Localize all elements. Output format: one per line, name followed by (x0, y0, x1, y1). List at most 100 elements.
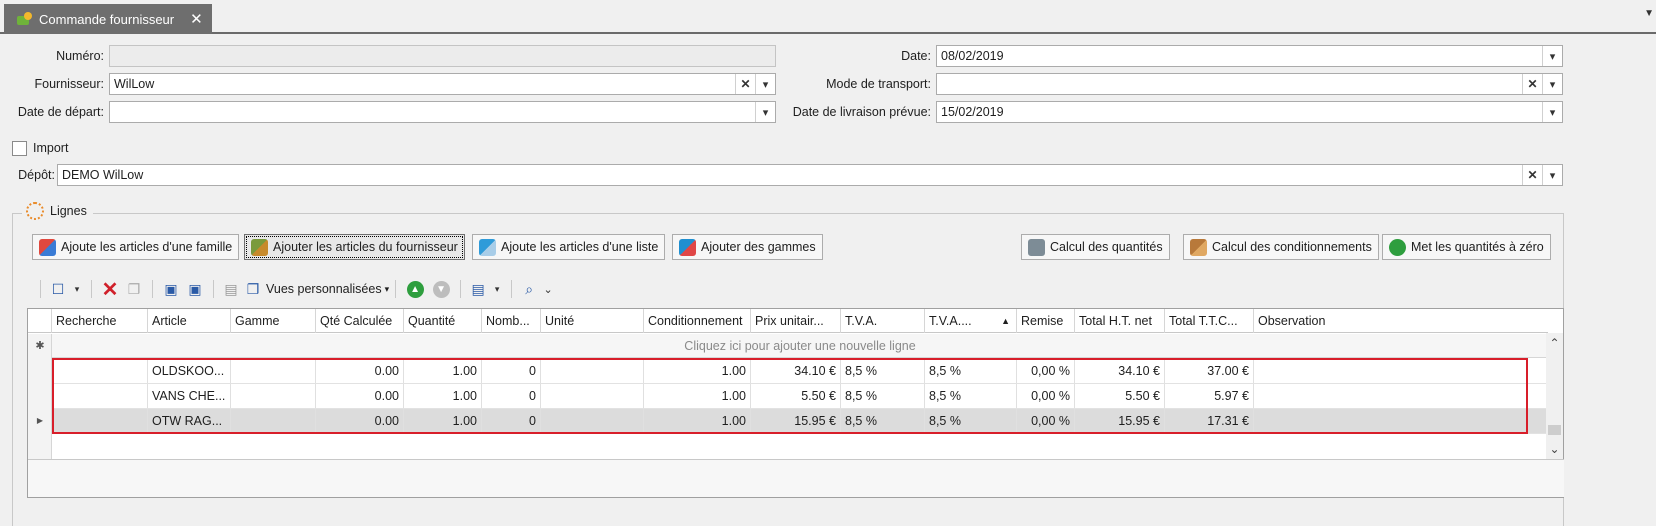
order-icon (16, 11, 34, 27)
add-fournisseur-button[interactable]: Ajouter les articles du fournisseur (244, 234, 465, 260)
move-down-icon[interactable]: ▼ (428, 278, 454, 300)
header-recherche[interactable]: Recherche (52, 309, 148, 333)
family-icon (39, 238, 56, 256)
fournisseur-field[interactable]: WilLow ✕ ▾ (109, 73, 776, 95)
table-row[interactable]: OTW RAG... 0.00 1.00 0 1.00 15.95 € 8,5 … (52, 409, 1548, 434)
dropdown-arrow-icon[interactable]: ▾ (1542, 46, 1562, 66)
grid-toolbar: ☐ ▾ ✕ ❐ ▣ ▣ ▤ ❐ Vues personnalisées ▾ ▲ … (34, 278, 556, 301)
new-icon[interactable]: ☐ (47, 278, 69, 300)
scroll-up-icon[interactable]: ⌃ (1546, 335, 1563, 352)
header-total-ht[interactable]: Total H.T. net (1075, 309, 1165, 333)
chevron-down-icon[interactable]: ▾ (489, 278, 505, 300)
calc-quantites-button[interactable]: Calcul des quantités (1021, 234, 1170, 260)
scroll-thumb[interactable] (1548, 425, 1561, 435)
dropdown-arrow-icon[interactable]: ▾ (1542, 165, 1562, 185)
header-unite[interactable]: Unité (541, 309, 644, 333)
calc-conditionnements-button[interactable]: Calcul des conditionnements (1183, 234, 1379, 260)
grid-header: Recherche Article Gamme Qté Calculée Qua… (28, 309, 1548, 333)
toolbar-separator (460, 280, 462, 298)
toolbar-separator (152, 280, 153, 298)
toolbar-separator (213, 280, 214, 298)
list-icon (479, 238, 496, 256)
chevron-down-icon: ▾ (384, 283, 390, 294)
delete-icon[interactable]: ✕ (98, 278, 122, 301)
dropdown-arrow-icon[interactable]: ▾ (1542, 102, 1562, 122)
clear-icon[interactable]: ✕ (735, 74, 755, 94)
date-depart-label: Date de départ: (17, 105, 104, 119)
import-checkbox[interactable] (12, 141, 27, 156)
tab-title: Commande fournisseur (39, 11, 175, 27)
import-label: Import (33, 141, 69, 155)
toolbar-separator (511, 280, 513, 298)
clear-icon[interactable]: ✕ (1522, 165, 1542, 185)
header-gamme[interactable]: Gamme (231, 309, 316, 333)
numero-label: Numéro: (56, 49, 104, 63)
calculator-icon (1028, 238, 1045, 256)
fournisseur-label: Fournisseur: (34, 77, 104, 91)
date-label: Date: (901, 49, 931, 63)
date-depart-field[interactable]: ▾ (109, 101, 776, 123)
dropdown-arrow-icon[interactable]: ▾ (755, 102, 775, 122)
header-tva[interactable]: T.V.A. (841, 309, 925, 333)
header-prix-unitaire[interactable]: Prix unitair... (751, 309, 841, 333)
reset-quantites-button[interactable]: Met les quantités à zéro (1382, 234, 1551, 260)
lignes-group-title: Lignes (22, 202, 93, 220)
toolbar-separator (91, 280, 92, 298)
transport-label: Mode de transport: (826, 77, 931, 91)
supplier-icon (251, 238, 268, 256)
vues-personnalisees-button[interactable]: Vues personnalisées ▾ (264, 278, 389, 300)
header-conditionnement[interactable]: Conditionnement (644, 309, 751, 333)
dropdown-arrow-icon[interactable]: ▾ (755, 74, 775, 94)
header-total-ttc[interactable]: Total T.T.C... (1165, 309, 1254, 333)
toolbar-separator (40, 280, 41, 298)
package-icon (1190, 238, 1207, 256)
livraison-field[interactable]: 15/02/2019 ▾ (936, 101, 1563, 123)
dropdown-arrow-icon[interactable]: ▾ (1542, 74, 1562, 94)
search-icon[interactable]: ⌕ (518, 278, 540, 300)
numero-field[interactable] (109, 45, 776, 67)
transport-field[interactable]: ✕ ▾ (936, 73, 1563, 95)
livraison-label: Date de livraison prévue: (792, 105, 931, 119)
header-article[interactable]: Article (148, 309, 231, 333)
date-field[interactable]: 08/02/2019 ▾ (936, 45, 1563, 67)
tab-strip: Commande fournisseur ✕ ▼ (0, 0, 1656, 34)
refresh-icon (1389, 238, 1406, 256)
chevron-down-icon[interactable]: ▾ (69, 278, 85, 300)
grid-footer (28, 459, 1564, 497)
views-icon[interactable]: ❐ (242, 278, 264, 300)
columns-icon[interactable]: ▤ (220, 278, 242, 300)
move-up-icon[interactable]: ▲ (402, 278, 428, 300)
clear-icon[interactable]: ✕ (1522, 74, 1542, 94)
header-remise[interactable]: Remise (1017, 309, 1075, 333)
new-row-icon: ✱ (35, 340, 45, 352)
header-observation[interactable]: Observation (1254, 309, 1528, 333)
header-qte-calculee[interactable]: Qté Calculée (316, 309, 404, 333)
header-tva-2[interactable]: T.V.A.... ▲ (925, 309, 1017, 333)
header-quantite[interactable]: Quantité (404, 309, 482, 333)
add-liste-button[interactable]: Ajoute les articles d'une liste (472, 234, 666, 260)
current-row-icon: ▶ (36, 416, 44, 425)
chevron-down-icon[interactable]: ▼ (1644, 8, 1654, 19)
close-icon[interactable]: ✕ (190, 10, 203, 28)
toolbar-separator (395, 280, 397, 298)
new-row-placeholder[interactable]: Cliquez ici pour ajouter une nouvelle li… (52, 334, 1548, 358)
chevron-down-icon[interactable]: ⌄ (540, 278, 556, 300)
lines-grid: Recherche Article Gamme Qté Calculée Qua… (27, 308, 1564, 498)
depot-label: Dépôt: (18, 168, 55, 182)
add-gammes-button[interactable]: Ajouter des gammes (672, 234, 823, 260)
header-nombre[interactable]: Nomb... (482, 309, 541, 333)
save-icon[interactable]: ▤ (467, 278, 489, 300)
add-famille-button[interactable]: Ajoute les articles d'une famille (32, 234, 240, 260)
copy-icon[interactable]: ❐ (122, 278, 146, 300)
header-indicator (28, 309, 52, 333)
expand-icon[interactable]: ▣ (183, 278, 207, 300)
depot-field[interactable]: DEMO WilLow ✕ ▾ (57, 164, 1563, 186)
table-row[interactable]: OLDSKOO... 0.00 1.00 0 1.00 34.10 € 8,5 … (52, 359, 1548, 384)
table-row[interactable]: VANS CHE... 0.00 1.00 0 1.00 5.50 € 8,5 … (52, 384, 1548, 409)
collapse-icon[interactable]: ▣ (159, 278, 183, 300)
tab-commande-fournisseur[interactable]: Commande fournisseur ✕ (4, 4, 212, 34)
sort-asc-icon: ▲ (1001, 316, 1010, 326)
gear-icon (26, 202, 44, 220)
range-icon (679, 238, 696, 256)
scroll-down-icon[interactable]: ⌄ (1546, 441, 1563, 458)
